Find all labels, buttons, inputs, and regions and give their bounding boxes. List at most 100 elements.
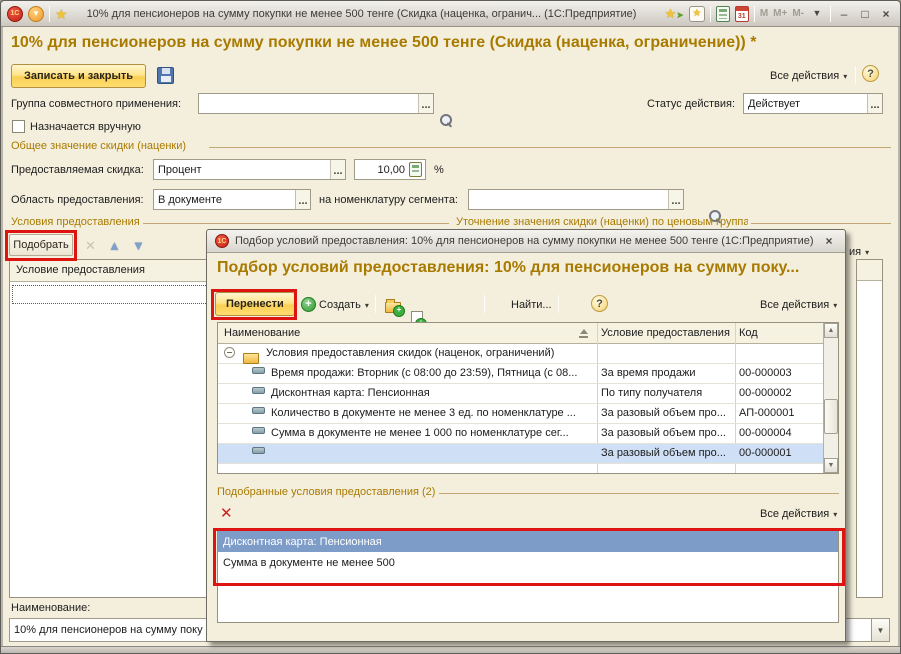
1c-logo-icon: 1С — [7, 6, 23, 22]
cell-code: 00-000004 — [739, 427, 823, 439]
separator — [558, 295, 559, 313]
pick-label: Подобрать — [13, 239, 68, 251]
chevron-down-icon: ▾ — [833, 510, 837, 519]
section-refine: Уточнение значения скидки (наценки) по ц… — [456, 216, 748, 228]
find-button[interactable]: Найти... — [511, 299, 552, 311]
all-actions-dialog-button[interactable]: Все действия ▾ — [760, 299, 837, 311]
cell-condition: За разовый объем про... — [601, 447, 732, 459]
discount-value-input[interactable]: 10,00 — [354, 159, 426, 180]
item-icon — [252, 447, 265, 454]
search-icon[interactable] — [439, 113, 454, 128]
choose-button[interactable]: ... — [330, 160, 345, 179]
all-actions-picked-button[interactable]: Все действия ▾ — [760, 508, 837, 520]
favorites-star-icon[interactable]: ★ — [55, 7, 68, 21]
main-menu-button[interactable]: ▾ — [28, 6, 44, 22]
titlebar-dropdown-icon[interactable]: ▼ — [809, 9, 825, 18]
memory-m-button[interactable]: M — [760, 8, 768, 19]
move-up-icon[interactable]: ▲ — [108, 239, 121, 252]
table-row[interactable]: Дисконтная карта: Пенсионная По типу пол… — [218, 384, 825, 404]
picked-item-selected[interactable]: Дисконтная карта: Пенсионная — [218, 531, 838, 552]
area-input[interactable]: В документе ... — [153, 189, 311, 210]
calculator-button[interactable] — [409, 162, 425, 177]
section-picked: Подобранные условия предоставления (2) — [217, 486, 435, 498]
dialog-title: Подбор условий предоставления: 10% для п… — [235, 235, 815, 247]
create-plus-icon[interactable]: + — [301, 297, 316, 312]
question-mark: ? — [867, 68, 874, 80]
table-row[interactable]: Время продажи: Вторник (с 08:00 до 23:59… — [218, 364, 825, 384]
choose-button[interactable]: ... — [418, 94, 433, 113]
cell-condition: За разовый объем про... — [601, 427, 732, 439]
table-row[interactable]: Сумма в документе не менее 1 000 по номе… — [218, 424, 825, 444]
scroll-down-button[interactable]: ▼ — [824, 458, 838, 473]
chevron-down-icon: ▾ — [34, 8, 39, 19]
choose-button[interactable]: ... — [668, 190, 683, 209]
maximize-button[interactable]: □ — [857, 8, 873, 20]
move-down-icon[interactable]: ▼ — [132, 239, 145, 252]
section-common-discount: Общее значение скидки (наценки) — [11, 140, 186, 152]
status-input[interactable]: Действует ... — [743, 93, 883, 114]
window-titlebar: 1С ▾ ★ 10% для пенсионеров на сумму поку… — [1, 1, 900, 27]
save-and-close-label: Записать и закрыть — [24, 70, 133, 82]
memory-mminus-button[interactable]: M- — [792, 8, 804, 19]
name-history-dropdown[interactable]: ▼ — [871, 619, 889, 641]
help-icon[interactable]: ? — [591, 295, 608, 312]
save-and-close-button[interactable]: Записать и закрыть — [11, 64, 146, 88]
section-line — [143, 223, 449, 224]
minimize-button[interactable]: – — [836, 8, 852, 20]
price-groups-table[interactable] — [856, 259, 883, 598]
item-icon — [252, 367, 265, 374]
calendar-icon[interactable] — [735, 6, 749, 22]
1c-logo-icon: 1С — [215, 234, 229, 248]
all-actions-right-clipped[interactable]: ия ▾ — [849, 246, 869, 258]
create-button[interactable]: Создать ▾ — [319, 299, 369, 311]
table-scrollbar[interactable]: ▲ ▼ — [823, 323, 838, 473]
picked-item[interactable]: Сумма в документе не менее 500 — [218, 552, 838, 573]
calculator-icon[interactable] — [716, 6, 730, 22]
dialog-titlebar: 1С Подбор условий предоставления: 10% дл… — [207, 230, 845, 253]
column-name[interactable]: Наименование — [224, 327, 574, 339]
save-icon[interactable] — [157, 67, 174, 84]
column-code[interactable]: Код — [739, 327, 819, 339]
separator — [375, 295, 376, 313]
scrollbar-thumb[interactable] — [824, 399, 838, 434]
create-group-icon[interactable] — [385, 302, 401, 313]
favorites-list-icon[interactable]: ★ — [689, 6, 705, 22]
cell-condition: За время продажи — [601, 367, 732, 379]
collapse-icon[interactable] — [224, 347, 235, 358]
close-button[interactable]: × — [878, 8, 894, 20]
scroll-up-button[interactable]: ▲ — [824, 323, 838, 338]
remove-picked-icon[interactable]: ✕ — [220, 506, 233, 521]
all-actions-label: Все действия — [770, 70, 839, 82]
choose-button[interactable]: ... — [295, 190, 310, 209]
table-row-selected[interactable]: Сумма в документе не менее 500 За разовы… — [218, 444, 825, 464]
separator — [855, 66, 856, 84]
discount-kind-input[interactable]: Процент ... — [153, 159, 346, 180]
add-favorite-icon[interactable]: ★➤ — [665, 7, 684, 20]
column-condition[interactable]: Условие предоставления — [601, 327, 732, 339]
status-value: Действует — [744, 98, 867, 110]
help-icon[interactable]: ? — [862, 65, 879, 82]
table-row[interactable]: Количество в документе не менее 3 ед. по… — [218, 404, 825, 424]
group-application-input[interactable]: ... — [198, 93, 434, 114]
chevron-down-icon: ▼ — [877, 626, 885, 635]
conditions-catalog-table[interactable]: Наименование Условие предоставления Код … — [217, 322, 839, 474]
separator — [754, 6, 755, 22]
name-label: Наименование: — [11, 602, 90, 614]
manual-checkbox[interactable] — [12, 120, 25, 133]
transfer-button[interactable]: Перенести — [215, 292, 295, 316]
segment-input[interactable]: ... — [468, 189, 684, 210]
choose-button[interactable]: ... — [867, 94, 882, 113]
table-row-group[interactable]: Условия предоставления скидок (наценок, … — [218, 344, 825, 364]
picked-conditions-list[interactable]: Дисконтная карта: Пенсионная Сумма в док… — [217, 530, 839, 623]
question-mark: ? — [596, 298, 603, 310]
table-header[interactable]: Наименование Условие предоставления Код — [218, 323, 838, 344]
cell-condition: По типу получателя — [601, 387, 732, 399]
cell-name: Время продажи: Вторник (с 08:00 до 23:59… — [271, 367, 591, 379]
pick-button[interactable]: Подобрать — [9, 234, 73, 256]
separator — [830, 6, 831, 22]
memory-mplus-button[interactable]: M+ — [773, 8, 787, 19]
dialog-close-button[interactable]: × — [821, 235, 837, 247]
price-groups-header — [857, 260, 882, 281]
page-title: 10% для пенсионеров на сумму покупки не … — [11, 34, 893, 52]
all-actions-main-button[interactable]: Все действия ▾ — [770, 70, 847, 82]
